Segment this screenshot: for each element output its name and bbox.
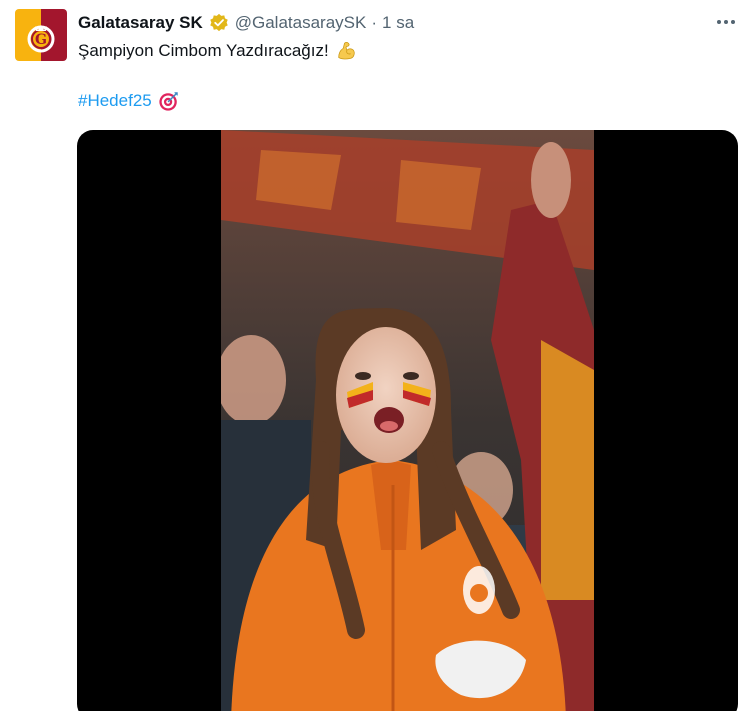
flexed-biceps-emoji-icon [338, 42, 355, 60]
hashtag-line: #Hedef25 [78, 90, 180, 112]
tweet-text-line: Şampiyon Cimbom Yazdıracağız! [78, 40, 357, 62]
fan-photo-image [221, 130, 594, 711]
timestamp[interactable]: 1 sa [382, 13, 414, 33]
tweet-text: Şampiyon Cimbom Yazdıracağız! [78, 41, 329, 60]
verified-badge-icon[interactable] [209, 13, 229, 33]
more-options-icon[interactable] [714, 10, 738, 34]
handle[interactable]: @GalatasaraySK [235, 13, 367, 33]
direct-hit-target-icon [159, 92, 178, 111]
svg-text:G: G [35, 32, 47, 48]
separator: · [371, 13, 378, 32]
hashtag-link[interactable]: #Hedef25 [78, 91, 152, 111]
galatasaray-logo-icon: G [27, 25, 55, 53]
avatar[interactable]: G [15, 9, 67, 61]
media-container[interactable] [77, 130, 738, 711]
tweet-header: Galatasaray SK @GalatasaraySK · 1 sa [78, 12, 414, 34]
display-name[interactable]: Galatasaray SK [78, 13, 203, 33]
video-thumbnail[interactable] [221, 130, 594, 711]
